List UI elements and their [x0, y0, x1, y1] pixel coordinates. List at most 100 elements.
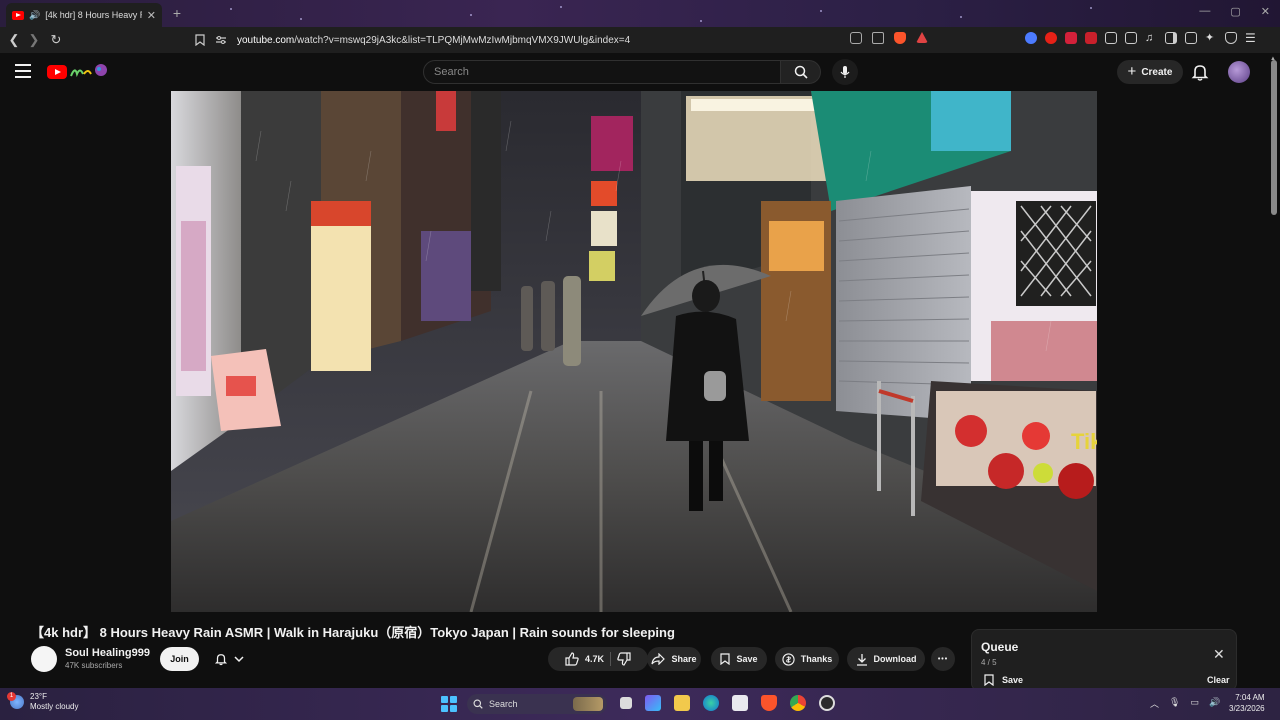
url-host: youtube.com	[237, 34, 295, 46]
subscriber-count: 47K subscribers	[65, 661, 123, 670]
chevron-down-icon	[234, 656, 244, 663]
brave-icon[interactable]	[761, 695, 777, 711]
copilot-icon[interactable]	[645, 695, 661, 711]
scroll-up-icon[interactable]: ▲	[1270, 56, 1276, 62]
chevron-up-icon[interactable]: ︿	[1150, 697, 1159, 710]
close-window-icon[interactable]: ✕	[1261, 5, 1270, 18]
taskbar-clock[interactable]: 7:04 AM 3/23/2026	[1229, 692, 1265, 714]
obs-icon[interactable]	[819, 695, 835, 711]
notifications-bell-icon[interactable]	[1190, 62, 1210, 82]
maximize-icon[interactable]: ▢	[1230, 5, 1240, 18]
browser-tab-active[interactable]: 🔊 [4k hdr] 8 Hours Heavy Rain ✕	[6, 3, 162, 27]
speaker-icon[interactable]: 🔊	[29, 10, 40, 21]
extensions-bar: ♫ ✦ ☰	[1025, 32, 1257, 44]
share-button[interactable]: Share	[647, 647, 701, 671]
share-label: Share	[671, 654, 697, 664]
brave-shield-icon[interactable]	[894, 32, 906, 44]
more-actions-button[interactable]: •••	[931, 647, 955, 671]
mic-icon[interactable]: 🎙	[1169, 697, 1180, 710]
queue-save-button[interactable]: Save	[984, 674, 1023, 686]
weather-icon: 1	[7, 692, 24, 709]
queue-save-label: Save	[1002, 675, 1024, 685]
puzzle-icon[interactable]	[1105, 32, 1117, 44]
task-view-icon[interactable]	[620, 697, 632, 709]
guide-menu-icon[interactable]	[15, 64, 31, 78]
clock-time: 7:04 AM	[1235, 693, 1265, 702]
voice-search-button[interactable]	[832, 59, 858, 85]
search-icon	[473, 699, 483, 709]
share-page-icon[interactable]	[872, 32, 884, 44]
tab-close-icon[interactable]: ✕	[147, 9, 156, 22]
bookmark-icon[interactable]	[195, 34, 205, 46]
video-player[interactable]: Tiki代官	[171, 91, 1097, 612]
search-input[interactable]: Search	[423, 60, 781, 84]
create-button[interactable]: + Create	[1117, 60, 1183, 84]
taskbar-apps	[620, 695, 835, 711]
save-icon	[984, 674, 994, 686]
join-button[interactable]: Join	[160, 647, 199, 671]
brave-rewards-icon[interactable]	[916, 32, 928, 43]
browser-menu-icon[interactable]: ☰	[1245, 32, 1257, 44]
like-icon[interactable]	[565, 652, 579, 666]
vpn-shield-icon[interactable]	[1225, 32, 1237, 44]
dislike-icon[interactable]	[617, 652, 631, 666]
file-explorer-icon[interactable]	[674, 695, 690, 711]
taskbar-search-label: Search	[489, 699, 518, 709]
search-icon	[794, 65, 808, 79]
weather-temp: 23°F	[30, 692, 47, 701]
minimize-icon[interactable]: —	[1199, 5, 1210, 18]
subscription-bell-button[interactable]	[205, 647, 253, 671]
cast-icon[interactable]	[850, 32, 862, 44]
reader-icon[interactable]	[1125, 32, 1137, 44]
create-label: Create	[1141, 66, 1173, 78]
queue-position: 4 / 5	[981, 658, 997, 667]
channel-name[interactable]: Soul Healing999	[65, 647, 150, 659]
save-button[interactable]: Save	[711, 647, 767, 671]
page-scrollbar[interactable]	[1271, 60, 1277, 215]
weather-widget[interactable]: 1 23°F Mostly cloudy	[7, 692, 78, 712]
queue-clear-button[interactable]: Clear	[1207, 675, 1230, 685]
forward-icon[interactable]: ❯	[24, 32, 44, 48]
sidebar-icon[interactable]	[1165, 32, 1177, 44]
search-highlight-icon	[573, 697, 603, 711]
thanks-icon	[782, 652, 795, 666]
taskbar-search[interactable]: Search	[467, 694, 607, 714]
like-count[interactable]: 4.7K	[585, 654, 604, 664]
system-tray: ︿ 🎙 ▭ 🔊	[1150, 697, 1220, 710]
youtube-favicon-icon	[12, 10, 24, 20]
leo-ai-icon[interactable]: ✦	[1205, 32, 1217, 44]
new-tab-button[interactable]: +	[168, 4, 186, 22]
thanks-button[interactable]: Thanks	[775, 647, 839, 671]
youtube-logo-icon[interactable]	[47, 62, 109, 82]
network-icon[interactable]: ▭	[1190, 697, 1199, 710]
storefront-sign: Tiki代官	[1071, 429, 1097, 454]
reload-icon[interactable]: ↻	[46, 32, 66, 48]
site-info-icon[interactable]	[215, 35, 227, 45]
extension-4-icon[interactable]	[1085, 32, 1097, 44]
video-title: 【4k hdr】 8 Hours Heavy Rain ASMR | Walk …	[31, 625, 675, 640]
channel-avatar[interactable]	[31, 646, 57, 672]
url-text: youtube.com/watch?v=mswq29jA3kc&list=TLP…	[237, 35, 630, 46]
wallet-icon[interactable]	[1185, 32, 1197, 44]
windows-start-icon[interactable]	[441, 696, 457, 712]
account-avatar[interactable]	[1228, 61, 1250, 83]
url-bar[interactable]: youtube.com/watch?v=mswq29jA3kc&list=TLP…	[195, 30, 935, 50]
chrome-icon[interactable]	[790, 695, 806, 711]
extension-1-icon[interactable]	[1025, 32, 1037, 44]
volume-icon[interactable]: 🔊	[1209, 697, 1220, 710]
store-icon[interactable]	[732, 695, 748, 711]
download-button[interactable]: Download	[847, 647, 925, 671]
window-controls: — ▢ ✕	[1199, 5, 1270, 18]
extension-2-icon[interactable]	[1045, 32, 1057, 44]
download-label: Download	[873, 654, 917, 664]
queue-close-icon[interactable]: ✕	[1213, 646, 1225, 663]
search-button[interactable]	[781, 60, 821, 84]
download-icon	[856, 653, 867, 666]
back-icon[interactable]: ❮	[4, 32, 24, 48]
queue-title: Queue	[981, 640, 1019, 654]
music-icon[interactable]: ♫	[1145, 32, 1157, 44]
edge-icon[interactable]	[703, 695, 719, 711]
extension-3-icon[interactable]	[1065, 32, 1077, 44]
address-bar-actions	[850, 32, 928, 44]
plus-icon: +	[1127, 63, 1137, 80]
